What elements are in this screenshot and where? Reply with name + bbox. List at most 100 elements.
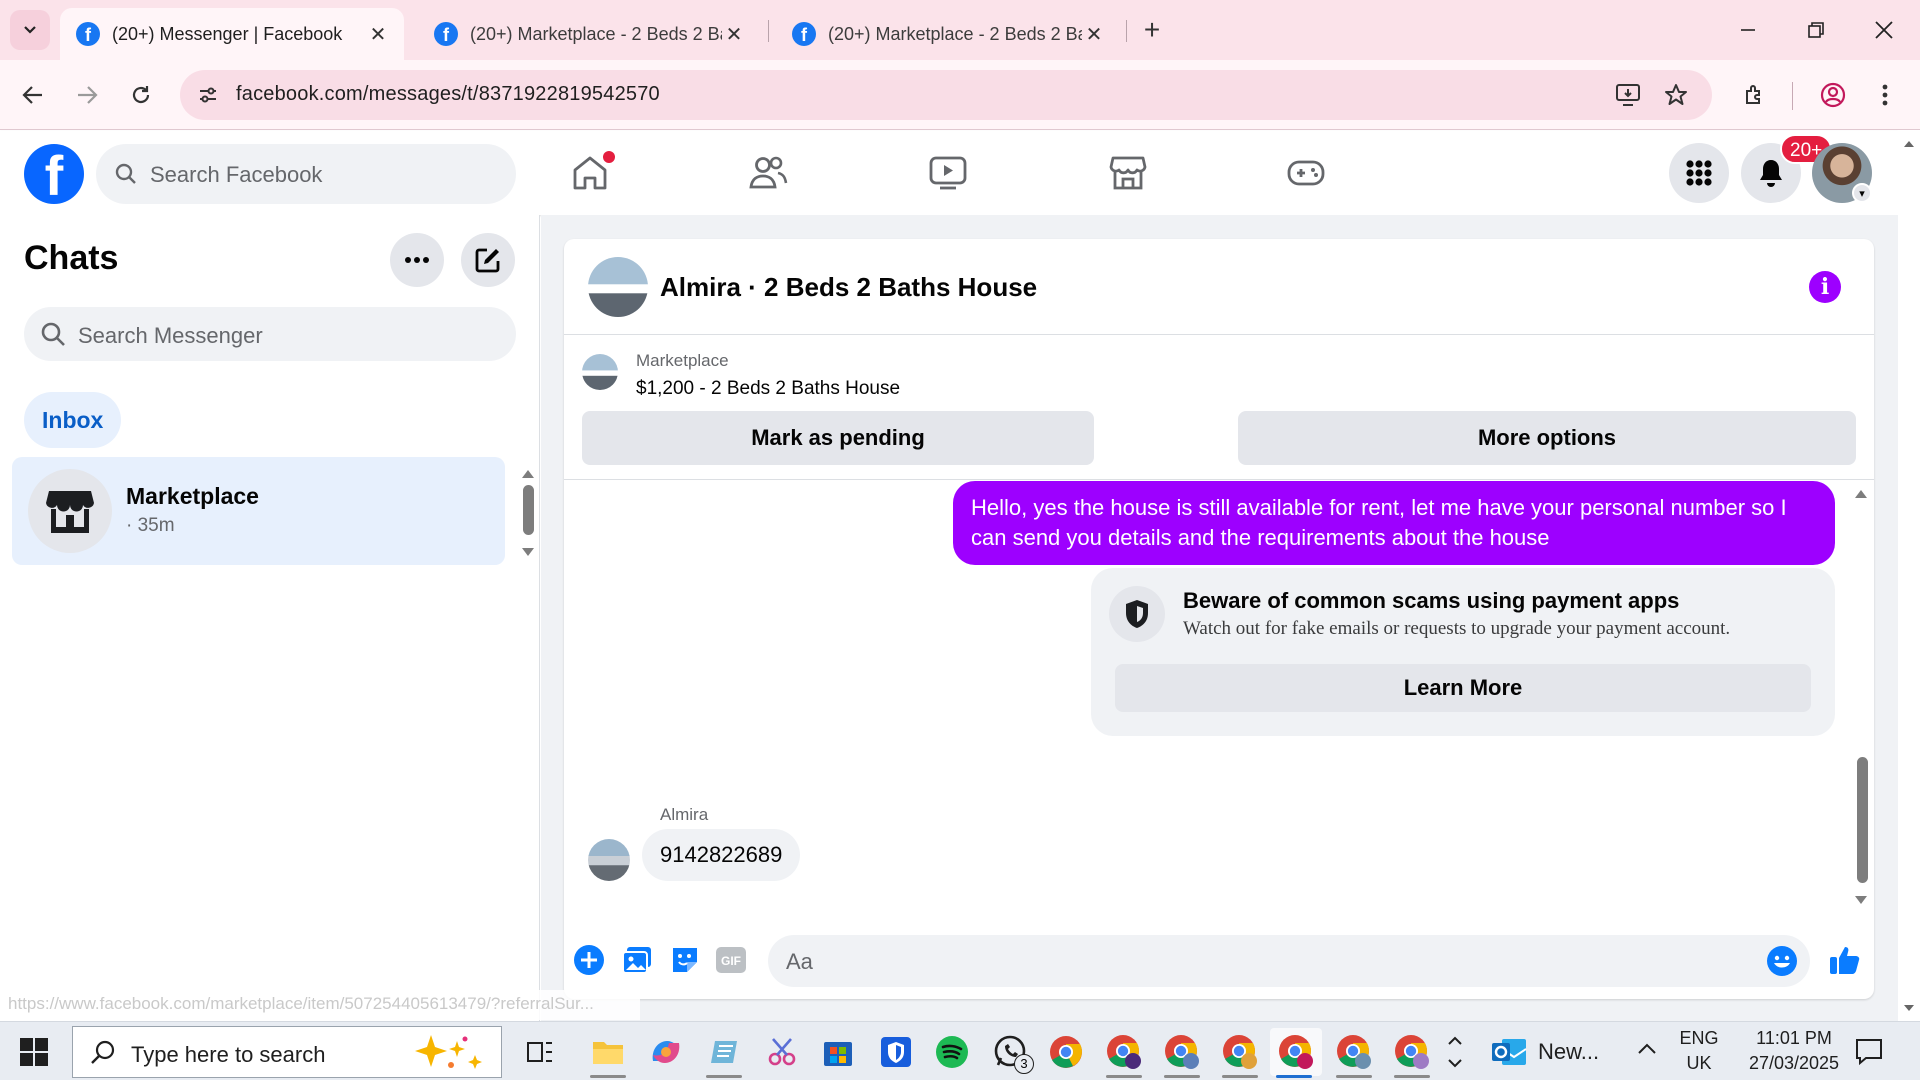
chrome-profile-icon [1107,1035,1141,1069]
taskbar-whatsapp[interactable]: 3 [986,1028,1034,1076]
sender-avatar[interactable] [588,839,630,881]
profile-button[interactable] [1814,76,1852,114]
taskbar-chrome-2[interactable] [1100,1028,1148,1078]
tab-marketplace-2[interactable]: f (20+) Marketplace - 2 Beds 2 Ba ✕ [776,8,1120,60]
site-info-icon[interactable] [192,79,224,111]
scroll-up-icon[interactable] [521,467,535,481]
extensions-button[interactable] [1736,76,1774,114]
nav-video[interactable] [922,147,974,199]
chats-title: Chats [24,239,119,277]
back-button[interactable] [14,76,52,114]
install-app-icon[interactable] [1614,81,1642,109]
url-text[interactable]: facebook.com/messages/t/8371922819542570 [236,83,660,106]
taskbar-chrome-active[interactable] [1270,1028,1322,1078]
scissors-icon [768,1038,796,1066]
new-message-button[interactable] [461,233,515,287]
sticker-button[interactable] [668,943,702,977]
reload-button[interactable] [122,76,160,114]
learn-more-button[interactable]: Learn More [1115,664,1811,712]
menu-button[interactable] [1669,143,1729,203]
inbox-filter-tab[interactable]: Inbox [24,392,122,448]
tab-messenger[interactable]: f (20+) Messenger | Facebook ✕ [60,8,404,60]
close-window-button[interactable] [1862,12,1906,48]
facebook-search-input[interactable]: Search Facebook [96,144,516,204]
chrome-profile-icon [1165,1035,1199,1069]
notification-center-button[interactable] [1854,1036,1886,1068]
taskbar-spotify[interactable] [928,1028,976,1076]
windows-start-icon[interactable] [20,1038,48,1066]
taskbar-chrome-6[interactable] [1330,1028,1378,1078]
attach-photo-button[interactable] [620,943,654,977]
tab-search-button[interactable] [10,10,50,50]
copilot-icon [652,1041,680,1063]
scroll-down-icon[interactable] [521,545,535,559]
facebook-logo-icon[interactable]: f [24,144,84,204]
taskbar-outlook[interactable]: New... [1484,1028,1616,1076]
facebook-favicon-icon: f [792,22,816,46]
task-view-button[interactable] [516,1028,564,1076]
tab-marketplace-1[interactable]: f (20+) Marketplace - 2 Beds 2 Ba ✕ [418,8,760,60]
messenger-search-input[interactable]: Search Messenger [24,307,516,361]
task-view-icon [527,1042,552,1062]
taskbar-chrome-7[interactable] [1388,1028,1436,1078]
nav-gaming[interactable] [1280,147,1332,199]
taskbar-chrome-3[interactable] [1158,1028,1206,1078]
new-tab-button[interactable]: + [1136,14,1168,46]
scroll-down-icon[interactable] [1903,1003,1915,1013]
taskbar-snipping-tool[interactable] [758,1028,806,1076]
conversation-title[interactable]: Almira · 2 Beds 2 Baths House [660,272,1037,303]
taskbar-overflow[interactable] [1446,1028,1464,1076]
browser-menu-button[interactable] [1866,76,1904,114]
marketplace-listing-card: Marketplace $1,200 - 2 Beds 2 Baths Hous… [564,336,1874,480]
info-icon[interactable]: i [1809,271,1841,303]
listing-thumbnail[interactable] [582,354,618,390]
message-input[interactable]: Aa [768,935,1810,987]
taskbar-file-explorer[interactable] [584,1028,632,1078]
message-composer: GIF Aa [564,919,1874,999]
chevron-down-icon[interactable]: ▾ [1852,183,1872,203]
close-icon[interactable]: ✕ [1082,22,1106,46]
gif-button[interactable]: GIF [714,943,748,977]
contact-avatar[interactable] [588,257,648,317]
listing-title[interactable]: $1,200 - 2 Beds 2 Baths House [636,378,900,400]
address-bar[interactable]: facebook.com/messages/t/8371922819542570 [180,70,1712,120]
taskbar-chrome-4[interactable] [1216,1028,1264,1078]
taskbar-bitwarden[interactable] [872,1028,920,1076]
like-button[interactable] [1828,943,1862,977]
conversation-panel: Almira · 2 Beds 2 Baths House i Marketpl… [564,239,1874,999]
scroll-up-icon[interactable] [1854,487,1868,501]
close-icon[interactable]: ✕ [366,22,390,46]
taskbar-chrome-1[interactable] [1042,1028,1090,1076]
browser-toolbar: facebook.com/messages/t/8371922819542570 [0,60,1920,130]
more-actions-button[interactable] [572,943,606,977]
emoji-icon[interactable] [1766,945,1798,977]
minimize-button[interactable] [1726,12,1770,48]
outgoing-message[interactable]: Hello, yes the house is still available … [953,481,1835,565]
forward-button[interactable] [68,76,106,114]
mark-as-pending-button[interactable]: Mark as pending [582,411,1094,465]
more-options-button[interactable]: More options [1238,411,1856,465]
scroll-up-icon[interactable] [1903,139,1915,149]
chat-list-scrollbar[interactable] [523,485,534,535]
input-language[interactable]: ENG UK [1676,1028,1722,1074]
bookmark-star-icon[interactable] [1662,81,1690,109]
chat-options-button[interactable] [390,233,444,287]
conversation-scrollbar[interactable] [1857,757,1868,883]
taskbar-search-input[interactable]: Type here to search [72,1026,502,1078]
clock[interactable]: 11:01 PM 27/03/2025 [1740,1028,1848,1074]
tab-separator [768,20,769,42]
taskbar-notes-app[interactable] [700,1028,748,1078]
scroll-down-icon[interactable] [1854,893,1868,907]
chat-list-item[interactable]: Marketplace · 35m [12,457,505,565]
show-hidden-icons-button[interactable] [1636,1038,1658,1060]
taskbar-microsoft-store[interactable] [814,1028,862,1076]
taskbar-copilot[interactable] [642,1028,690,1076]
taskbar-search-placeholder: Type here to search [131,1042,326,1067]
incoming-message[interactable]: 9142822689 [642,829,801,881]
nav-friends[interactable] [742,147,794,199]
page-scrollbar[interactable] [1898,131,1920,1021]
close-icon[interactable]: ✕ [722,22,746,46]
restore-button[interactable] [1794,12,1838,48]
nav-marketplace[interactable] [1102,147,1154,199]
tab-separator [1126,20,1127,42]
